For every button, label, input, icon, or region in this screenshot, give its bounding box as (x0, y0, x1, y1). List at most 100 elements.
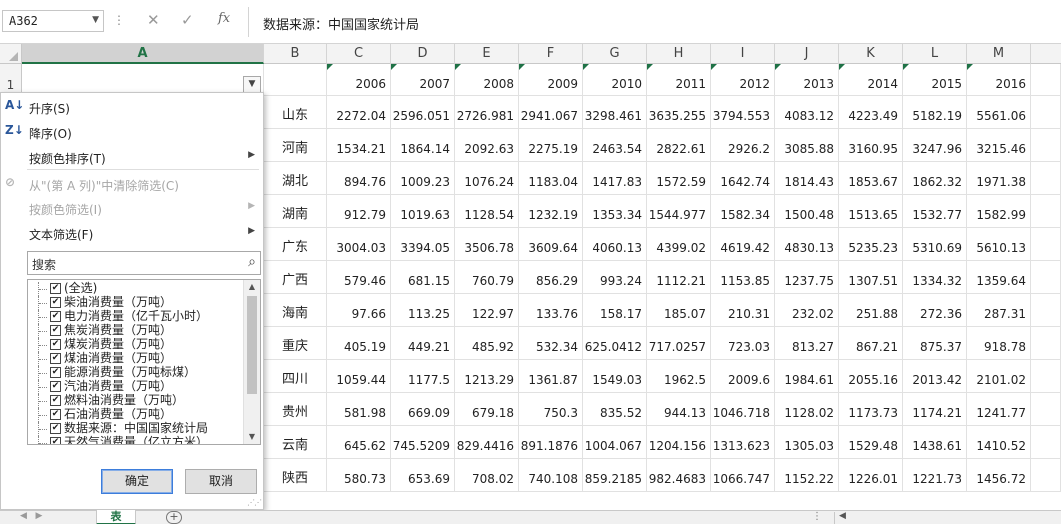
data-cell[interactable]: 1204.156 (647, 426, 711, 459)
data-cell[interactable]: 1438.61 (903, 426, 967, 459)
list-scrollbar[interactable]: ▲ ▼ (243, 280, 260, 444)
data-cell[interactable]: 1456.72 (967, 459, 1031, 492)
insert-function-button[interactable]: fx (218, 11, 230, 26)
cell-empty[interactable] (1031, 195, 1061, 228)
data-cell[interactable]: 5182.19 (903, 96, 967, 129)
data-cell[interactable]: 1864.14 (391, 129, 455, 162)
data-cell[interactable]: 1307.51 (839, 261, 903, 294)
data-cell[interactable]: 2055.16 (839, 360, 903, 393)
data-cell[interactable]: 485.92 (455, 327, 519, 360)
column-header-d[interactable]: D (391, 44, 455, 64)
data-cell[interactable]: 1112.21 (647, 261, 711, 294)
data-cell[interactable]: 5235.23 (839, 228, 903, 261)
data-cell[interactable]: 835.52 (583, 393, 647, 426)
checkbox[interactable]: ✔ (50, 283, 61, 294)
data-cell[interactable]: 3794.553 (711, 96, 775, 129)
data-cell[interactable]: 912.79 (327, 195, 391, 228)
cell-empty[interactable] (1031, 459, 1061, 492)
data-cell[interactable]: 2013.42 (903, 360, 967, 393)
data-cell[interactable]: 2101.02 (967, 360, 1031, 393)
province-cell[interactable]: 重庆 (264, 327, 327, 360)
data-cell[interactable]: 4223.49 (839, 96, 903, 129)
province-cell[interactable]: 湖南 (264, 195, 327, 228)
province-cell[interactable]: 湖北 (264, 162, 327, 195)
year-header-cell[interactable]: 2016 (967, 64, 1031, 96)
data-cell[interactable]: 4399.02 (647, 228, 711, 261)
data-cell[interactable]: 1213.29 (455, 360, 519, 393)
data-cell[interactable]: 1009.23 (391, 162, 455, 195)
cell-empty[interactable] (1031, 393, 1061, 426)
year-header-cell[interactable]: 2006 (327, 64, 391, 96)
data-cell[interactable]: 859.2185 (583, 459, 647, 492)
data-cell[interactable]: 1500.48 (775, 195, 839, 228)
data-cell[interactable]: 232.02 (775, 294, 839, 327)
province-cell[interactable]: 广西 (264, 261, 327, 294)
data-cell[interactable]: 2275.19 (519, 129, 583, 162)
data-cell[interactable]: 982.4683 (647, 459, 711, 492)
province-cell[interactable]: 云南 (264, 426, 327, 459)
scroll-left-icon[interactable]: ◀ (839, 511, 846, 521)
data-cell[interactable]: 918.78 (967, 327, 1031, 360)
filter-value-list[interactable]: ▲ ▼ ✔ (全选) ✔ 柴油消费量（万吨） ✔ 电力消费量（亿千瓦小时） ✔ 焦炭消费量（万… (27, 279, 261, 445)
data-cell[interactable]: 251.88 (839, 294, 903, 327)
checkbox[interactable]: ✔ (50, 297, 61, 308)
column-header-m[interactable]: M (967, 44, 1031, 64)
clear-filter-item[interactable]: ⊘ 从"(第 A 列)"中清除筛选(C) (1, 172, 263, 197)
column-header-k[interactable]: K (839, 44, 903, 64)
data-cell[interactable]: 1862.32 (903, 162, 967, 195)
data-cell[interactable]: 625.0412 (583, 327, 647, 360)
cell-empty[interactable] (1031, 327, 1061, 360)
data-cell[interactable]: 1642.74 (711, 162, 775, 195)
data-cell[interactable]: 4060.13 (583, 228, 647, 261)
horizontal-scrollbar[interactable]: ◀ (834, 511, 1061, 524)
data-cell[interactable]: 2596.051 (391, 96, 455, 129)
checkbox[interactable]: ✔ (50, 409, 61, 420)
checkbox[interactable]: ✔ (50, 367, 61, 378)
year-header-cell[interactable]: 2014 (839, 64, 903, 96)
data-cell[interactable]: 1076.24 (455, 162, 519, 195)
data-cell[interactable]: 2009.6 (711, 360, 775, 393)
checkbox[interactable]: ✔ (50, 339, 61, 350)
province-cell[interactable]: 陕西 (264, 459, 327, 492)
text-filter-item[interactable]: 文本筛选(F) ▶ (1, 221, 263, 246)
data-cell[interactable]: 829.4416 (455, 426, 519, 459)
data-cell[interactable]: 97.66 (327, 294, 391, 327)
data-cell[interactable]: 1221.73 (903, 459, 967, 492)
data-cell[interactable]: 2941.067 (519, 96, 583, 129)
data-cell[interactable]: 405.19 (327, 327, 391, 360)
data-cell[interactable]: 3506.78 (455, 228, 519, 261)
data-cell[interactable]: 1853.67 (839, 162, 903, 195)
filter-by-color-item[interactable]: 按颜色筛选(I) ▶ (1, 196, 263, 221)
data-cell[interactable]: 2092.63 (455, 129, 519, 162)
data-cell[interactable]: 4083.12 (775, 96, 839, 129)
year-header-cell[interactable]: 2011 (647, 64, 711, 96)
data-cell[interactable]: 2463.54 (583, 129, 647, 162)
data-cell[interactable]: 1513.65 (839, 195, 903, 228)
data-cell[interactable]: 1313.623 (711, 426, 775, 459)
filter-search-input[interactable]: 搜索 ⌕ (27, 251, 261, 275)
data-cell[interactable]: 1173.73 (839, 393, 903, 426)
formula-input[interactable]: 数据来源：中国国家统计局 (248, 7, 1061, 37)
cell-empty[interactable] (1031, 294, 1061, 327)
data-cell[interactable]: 3160.95 (839, 129, 903, 162)
column-header-f[interactable]: F (519, 44, 583, 64)
province-cell[interactable]: 四川 (264, 360, 327, 393)
data-cell[interactable]: 708.02 (455, 459, 519, 492)
data-cell[interactable]: 1572.59 (647, 162, 711, 195)
data-cell[interactable]: 1305.03 (775, 426, 839, 459)
column-header-g[interactable]: G (583, 44, 647, 64)
checkbox[interactable]: ✔ (50, 353, 61, 364)
cell-empty[interactable] (1031, 96, 1061, 129)
data-cell[interactable]: 3247.96 (903, 129, 967, 162)
data-cell[interactable]: 272.36 (903, 294, 967, 327)
data-cell[interactable]: 3004.03 (327, 228, 391, 261)
sort-by-color-item[interactable]: 按颜色排序(T) ▶ (1, 145, 263, 170)
province-cell[interactable]: 河南 (264, 129, 327, 162)
data-cell[interactable]: 1353.34 (583, 195, 647, 228)
data-cell[interactable]: 1232.19 (519, 195, 583, 228)
year-header-cell[interactable]: 2013 (775, 64, 839, 96)
cell-empty[interactable] (1031, 426, 1061, 459)
data-cell[interactable]: 723.03 (711, 327, 775, 360)
column-header-c[interactable]: C (327, 44, 391, 64)
data-cell[interactable]: 2272.04 (327, 96, 391, 129)
